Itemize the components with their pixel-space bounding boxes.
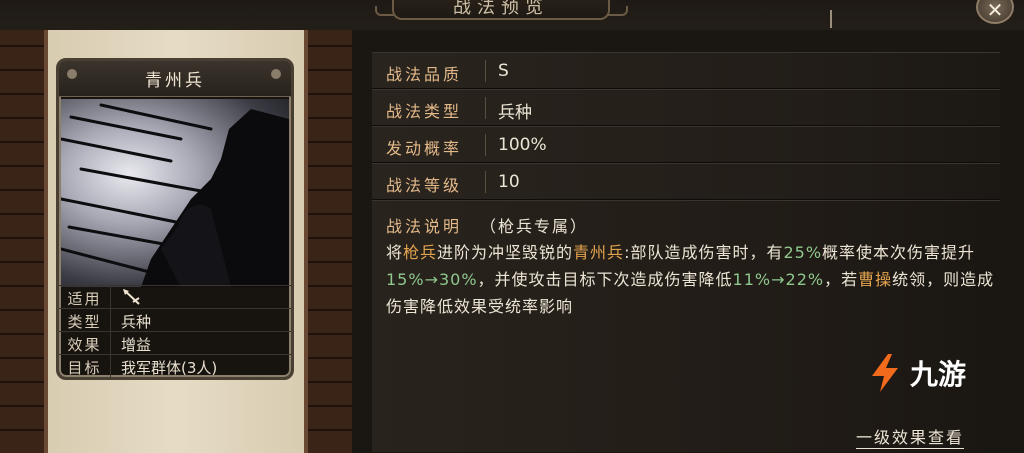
spear-icon: [123, 289, 140, 305]
stat-value: 兵种: [498, 103, 532, 123]
stat-value: 10: [498, 172, 520, 192]
stat-label: 战法类型: [372, 97, 486, 121]
description-number: 15%→30%: [386, 270, 478, 289]
info-key: 效果: [59, 332, 111, 354]
card-title-bar: 青州兵: [59, 61, 291, 97]
stat-label: 发动概率: [372, 134, 486, 158]
description-highlight: 青州兵: [573, 243, 625, 262]
info-value: 增益: [121, 336, 152, 354]
info-value: [111, 286, 143, 308]
description-number: 25%: [783, 243, 823, 262]
stat-row-level: 战法等级 10: [372, 163, 1000, 200]
info-value: 兵种: [121, 313, 152, 331]
description-tag: （枪兵专属）: [480, 217, 589, 236]
card-info-row: 类型 兵种: [59, 308, 291, 331]
stat-value: 100%: [498, 135, 547, 155]
tactic-card: 青州兵 适用 类型 兵种 效果 增益 目标 我军群体(3人): [56, 58, 294, 380]
description-segment: ，若: [824, 270, 859, 289]
watermark-logo: 九游: [866, 352, 966, 394]
brick-wall-right: [308, 30, 352, 453]
card-info-table: 适用 类型 兵种 效果 增益 目标 我军群体(3人): [59, 285, 291, 377]
description-text: 将枪兵进阶为冲坚毁锐的青州兵:部队造成伤害时，有25%概率使本次伤害提升 15%→…: [386, 239, 996, 320]
close-icon: ✕: [986, 0, 1004, 22]
spear-soldiers-illustration: [61, 103, 289, 287]
info-key: 目标: [59, 355, 111, 377]
divider-mark: [830, 10, 832, 28]
stat-label: 战法等级: [372, 171, 486, 195]
description-number: 11%→22%: [732, 270, 825, 289]
description-panel: 战法说明 （枪兵专属） 将枪兵进阶为冲坚毁锐的青州兵:部队造成伤害时，有25%概率…: [372, 200, 1000, 452]
stat-row-type: 战法类型 兵种: [372, 89, 1000, 126]
stat-row-quality: 战法品质 S: [372, 52, 1000, 89]
card-info-row: 目标 我军群体(3人): [59, 354, 291, 377]
card-info-row: 适用: [59, 285, 291, 308]
window-title-tab: 战法预览: [392, 0, 610, 20]
description-segment: 概率使本次伤害提升: [822, 243, 976, 262]
description-segment: 进阶为冲坚毁锐的: [437, 243, 574, 262]
card-info-row: 效果 增益: [59, 331, 291, 354]
card-name: 青州兵: [145, 71, 205, 91]
description-segment: :部队造成伤害时，有: [624, 243, 784, 262]
jiuyou-logo-icon: [872, 354, 898, 392]
description-highlight: 曹操: [858, 270, 893, 289]
card-illustration: [61, 99, 289, 287]
rivet-icon: [67, 69, 77, 79]
description-highlight: 枪兵: [403, 243, 438, 262]
description-header: 战法说明 （枪兵专属）: [386, 213, 588, 237]
info-key: 适用: [59, 286, 111, 308]
stat-label: 战法品质: [372, 60, 486, 84]
description-segment: 将: [386, 243, 404, 262]
brick-wall-left: [0, 30, 44, 453]
description-segment: ，并使攻击目标下次造成伤害降低: [477, 270, 733, 289]
info-key: 类型: [59, 309, 111, 331]
stats-list: 战法品质 S 战法类型 兵种 发动概率 100% 战法等级 10: [372, 52, 1000, 200]
stat-value: S: [498, 61, 509, 81]
window-title: 战法预览: [453, 0, 549, 18]
info-value: 我军群体(3人): [121, 359, 218, 377]
stat-row-probability: 发动概率 100%: [372, 126, 1000, 163]
description-label: 战法说明: [386, 217, 463, 236]
rivet-icon: [271, 69, 281, 79]
watermark-text: 九游: [910, 358, 967, 391]
level-one-effect-link[interactable]: 一级效果查看: [856, 424, 965, 449]
